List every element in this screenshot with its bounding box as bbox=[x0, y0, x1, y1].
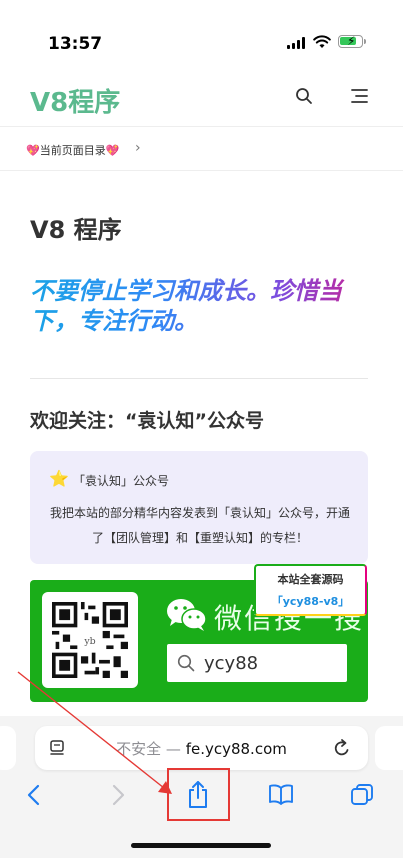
source-badge-name: 「ycy88-v8」 bbox=[271, 595, 350, 608]
qr-center-text: yb bbox=[83, 636, 95, 647]
menu-icon[interactable] bbox=[350, 88, 368, 104]
search-icon[interactable] bbox=[295, 87, 313, 105]
share-highlight-box bbox=[167, 768, 230, 821]
site-title[interactable]: V8程序 bbox=[30, 82, 120, 119]
status-time: 13:57 bbox=[48, 34, 103, 54]
cellular-signal-icon bbox=[287, 37, 305, 49]
notice-box: ⭐ 「袁认知」公众号 我把本站的部分精华内容发表到「袁认知」公众号，开通了【团队… bbox=[30, 451, 368, 564]
notice-title: 「袁认知」公众号 bbox=[73, 474, 170, 488]
source-code-badge[interactable]: 本站全套源码 「ycy88-v8」 bbox=[254, 564, 367, 616]
wechat-search-query: ycy88 bbox=[204, 653, 259, 674]
address-domain: fe.ycy88.com bbox=[185, 740, 287, 758]
reload-icon[interactable] bbox=[333, 738, 351, 758]
status-bar: 13:57 ⚡ bbox=[0, 0, 403, 70]
previous-tab-peek[interactable] bbox=[0, 726, 16, 770]
qr-code-graphic: yb bbox=[52, 602, 128, 678]
address-bar[interactable]: 不安全 — fe.ycy88.com bbox=[35, 726, 368, 770]
source-badge-title: 本站全套源码 bbox=[277, 573, 344, 586]
toc-label[interactable]: 💖当前页面目录💖 bbox=[26, 142, 119, 158]
battery-icon: ⚡ bbox=[338, 34, 363, 48]
next-tab-peek[interactable] bbox=[375, 726, 403, 770]
home-indicator bbox=[131, 843, 271, 848]
forward-icon[interactable] bbox=[110, 784, 126, 806]
follow-heading: 欢迎关注：“袁认知”公众号 bbox=[30, 410, 264, 432]
tabs-icon[interactable] bbox=[350, 783, 374, 807]
battery-cap bbox=[364, 39, 366, 44]
qr-code: yb bbox=[42, 592, 138, 688]
search-icon bbox=[177, 654, 195, 672]
chevron-right-icon[interactable]: › bbox=[135, 140, 141, 156]
wifi-icon bbox=[313, 35, 331, 48]
address-text[interactable]: 不安全 — fe.ycy88.com bbox=[35, 738, 368, 759]
site-header: V8程序 bbox=[0, 70, 403, 127]
motto-text: 不要停止学习和成长。珍惜当下，专注行动。 bbox=[30, 276, 380, 336]
divider bbox=[30, 378, 368, 379]
browser-toolbar: 不安全 — fe.ycy88.com bbox=[0, 716, 403, 858]
page-title: V8 程序 bbox=[30, 216, 122, 244]
bookmarks-icon[interactable] bbox=[268, 783, 294, 805]
back-icon[interactable] bbox=[26, 784, 42, 806]
wechat-search-box: ycy88 bbox=[167, 644, 347, 682]
notice-body: 我把本站的部分精华内容发表到「袁认知」公众号，开通了【团队管理】和【重塑认知】的… bbox=[49, 506, 350, 545]
page-toc-bar[interactable]: 💖当前页面目录💖 › bbox=[0, 126, 403, 171]
wechat-logo-icon bbox=[167, 599, 207, 631]
star-icon: ⭐ bbox=[49, 469, 69, 488]
insecure-label: 不安全 — bbox=[116, 740, 186, 758]
